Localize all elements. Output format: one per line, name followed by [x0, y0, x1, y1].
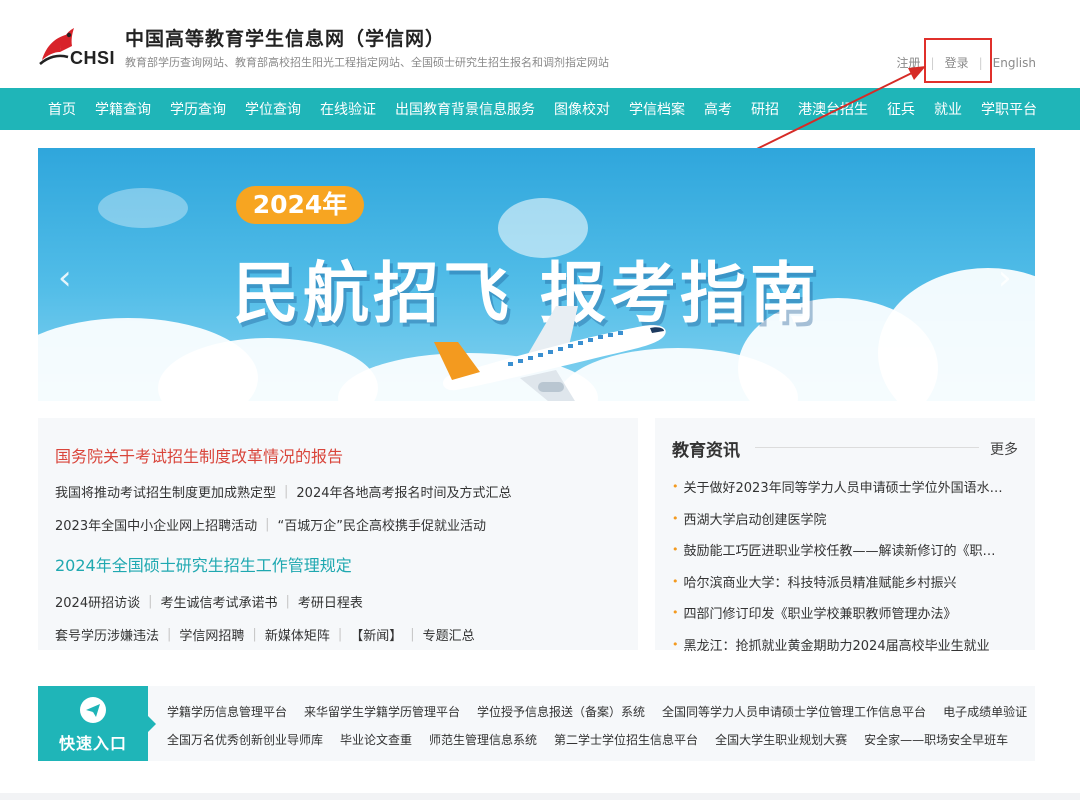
headline-reform-report[interactable]: 国务院关于考试招生制度改革情况的报告 [55, 443, 343, 467]
main-nav: 首页 学籍查询 学历查询 学位查询 在线验证 出国教育背景信息服务 图像校对 学… [0, 88, 1080, 130]
site-title: 中国高等教育学生信息网（学信网） [125, 28, 446, 50]
nav-item-career-platform[interactable]: 学职平台 [981, 99, 1037, 119]
list-item-text: 黑龙江：抢抓就业黄金期助力2024届高校毕业生就业 [683, 638, 990, 654]
quick-link[interactable]: 学位授予信息报送（备案）系统 [477, 703, 645, 720]
bullet-icon: • [672, 480, 679, 494]
list-item-text: 哈尔滨商业大学：科技特派员精准赋能乡村振兴 [683, 575, 957, 591]
education-news-panel: 教育资讯 更多 • 关于做好2023年同等学力人员申请硕士学位外国语水… • 西湖大… [655, 418, 1035, 654]
divider: | [252, 627, 257, 642]
bullet-icon: • [672, 511, 679, 525]
news-link[interactable]: 我国将推动考试招生制度更加成熟定型 [55, 482, 276, 501]
quick-link[interactable]: 全国大学生职业规划大赛 [715, 731, 847, 748]
news-link[interactable]: 考生诚信考试承诺书 [160, 592, 277, 611]
quick-link[interactable]: 学籍学历信息管理平台 [167, 703, 287, 720]
cloud-shape [98, 188, 188, 228]
news-link[interactable]: 【新闻】 [350, 625, 402, 644]
news-row: 套号学历涉嫌违法 | 学信网招聘 | 新媒体矩阵 | 【新闻】 | 专题汇总 [55, 625, 475, 644]
bullet-icon: • [672, 606, 679, 620]
quick-link[interactable]: 第二学士学位招生信息平台 [554, 731, 698, 748]
quick-link[interactable]: 毕业论文查重 [340, 731, 412, 748]
chevron-left-icon[interactable]: ‹ [58, 258, 72, 298]
news-link[interactable]: 2023年全国中小企业网上招聘活动 [55, 515, 257, 534]
news-link[interactable]: 新媒体矩阵 [265, 625, 330, 644]
nav-item-image-proofing[interactable]: 图像校对 [554, 99, 610, 119]
bullet-icon: • [672, 637, 679, 651]
nav-item-degree-record-query[interactable]: 学历查询 [170, 99, 226, 119]
footer-strip [0, 793, 1080, 800]
more-link[interactable]: 更多 [990, 439, 1018, 459]
nav-item-enrollment-query[interactable]: 学籍查询 [95, 99, 151, 119]
list-item-text: 西湖大学启动创建医学院 [683, 512, 827, 528]
divider: | [410, 627, 415, 642]
quick-links-row: 学籍学历信息管理平台 来华留学生学籍学历管理平台 学位授予信息报送（备案）系统 … [167, 703, 1044, 720]
site-subtitle: 教育部学历查询网站、教育部高校招生阳光工程指定网站、全国硕士研究生招生报名和调剂… [125, 56, 609, 69]
list-item-text: 四部门修订印发《职业学校兼职教师管理办法》 [683, 607, 957, 623]
bullet-icon: • [672, 574, 679, 588]
nav-item-home[interactable]: 首页 [48, 99, 76, 119]
nav-item-online-verification[interactable]: 在线验证 [320, 99, 376, 119]
quick-link[interactable]: 全国同等学力人员申请硕士学位管理工作信息平台 [662, 703, 926, 720]
quick-link[interactable]: 来华留学生学籍学历管理平台 [304, 703, 460, 720]
nav-item-graduate-admission[interactable]: 研招 [751, 99, 779, 119]
divider: | [265, 517, 270, 532]
nav-item-overseas-background[interactable]: 出国教育背景信息服务 [395, 99, 535, 119]
divider: | [148, 594, 153, 609]
news-link[interactable]: 套号学历涉嫌违法 [55, 625, 159, 644]
divider: | [284, 484, 289, 499]
list-item[interactable]: • 西湖大学启动创建医学院 [672, 503, 1018, 535]
nav-item-conscription[interactable]: 征兵 [887, 99, 915, 119]
quick-entry-label: 快速入口 [58, 734, 127, 753]
quick-links-row: 全国万名优秀创新创业导师库 毕业论文查重 师范生管理信息系统 第二学士学位招生信… [167, 731, 1025, 748]
site-header: CHSI 中国高等教育学生信息网（学信网） 教育部学历查询网站、教育部高校招生阳… [0, 0, 1080, 88]
airplane-illustration [434, 306, 666, 401]
news-left-panel: 国务院关于考试招生制度改革情况的报告 我国将推动考试招生制度更加成熟定型 | 2… [38, 418, 638, 650]
news-link[interactable]: 2024研招访谈 [55, 592, 140, 611]
news-list: • 关于做好2023年同等学力人员申请硕士学位外国语水… • 西湖大学启动创建医学院… [672, 471, 1018, 660]
quick-link[interactable]: 电子成绩单验证 [943, 703, 1027, 720]
list-item[interactable]: • 鼓励能工巧匠进职业学校任教——解读新修订的《职… [672, 534, 1018, 566]
news-link[interactable]: 专题汇总 [423, 625, 475, 644]
chevron-right-icon[interactable]: › [998, 258, 1012, 298]
divider: | [337, 627, 343, 642]
quick-link[interactable]: 全国万名优秀创新创业导师库 [167, 731, 323, 748]
news-link[interactable]: 学信网招聘 [179, 625, 244, 644]
nav-item-employment[interactable]: 就业 [934, 99, 962, 119]
quick-entry-bar: 快速入口 学籍学历信息管理平台 来华留学生学籍学历管理平台 学位授予信息报送（备… [38, 686, 1035, 761]
headline-graduate-regulation[interactable]: 2024年全国硕士研究生招生工作管理规定 [55, 552, 352, 576]
divider: | [285, 594, 290, 609]
english-link[interactable]: English [993, 56, 1036, 70]
login-highlight-box [924, 38, 992, 83]
list-item-text: 关于做好2023年同等学力人员申请硕士学位外国语水… [683, 481, 1003, 497]
list-item[interactable]: • 关于做好2023年同等学力人员申请硕士学位外国语水… [672, 471, 1018, 503]
list-item[interactable]: • 黑龙江：抢抓就业黄金期助力2024届高校毕业生就业 [672, 629, 1018, 661]
section-title: 教育资讯 [672, 441, 740, 461]
news-link[interactable]: 2024年各地高考报名时间及方式汇总 [296, 482, 511, 501]
news-row: 2024研招访谈 | 考生诚信考试承诺书 | 考研日程表 [55, 592, 363, 611]
news-row: 2023年全国中小企业网上招聘活动 | “百城万企”民企高校携手促就业活动 [55, 515, 486, 534]
year-badge: 2024年 [236, 186, 364, 224]
nav-item-hk-macau-taiwan[interactable]: 港澳台招生 [798, 99, 868, 119]
hero-banner[interactable]: 2024年 民航招飞 报考指南 ‹ › [38, 148, 1035, 401]
list-item[interactable]: • 四部门修订印发《职业学校兼职教师管理办法》 [672, 597, 1018, 629]
news-link[interactable]: “百城万企”民企高校携手促就业活动 [277, 515, 485, 534]
news-link[interactable]: 考研日程表 [298, 592, 363, 611]
quick-entry-tab: 快速入口 [38, 686, 156, 761]
quick-link[interactable]: 师范生管理信息系统 [429, 731, 537, 748]
nav-item-degree-query[interactable]: 学位查询 [245, 99, 301, 119]
logo-text: CHSI [70, 48, 116, 68]
news-row: 我国将推动考试招生制度更加成熟定型 | 2024年各地高考报名时间及方式汇总 [55, 482, 512, 501]
nav-item-archive[interactable]: 学信档案 [629, 99, 685, 119]
nav-item-gaokao[interactable]: 高考 [704, 99, 732, 119]
title-divider [755, 447, 979, 448]
paper-plane-icon [80, 697, 106, 723]
bullet-icon: • [672, 543, 679, 557]
list-item-text: 鼓励能工巧匠进职业学校任教——解读新修订的《职… [683, 544, 996, 560]
register-link[interactable]: 注册 [897, 54, 921, 71]
quick-link[interactable]: 安全家——职场安全早班车 [864, 731, 1008, 748]
divider: | [167, 627, 172, 642]
list-item[interactable]: • 哈尔滨商业大学：科技特派员精准赋能乡村振兴 [672, 566, 1018, 598]
